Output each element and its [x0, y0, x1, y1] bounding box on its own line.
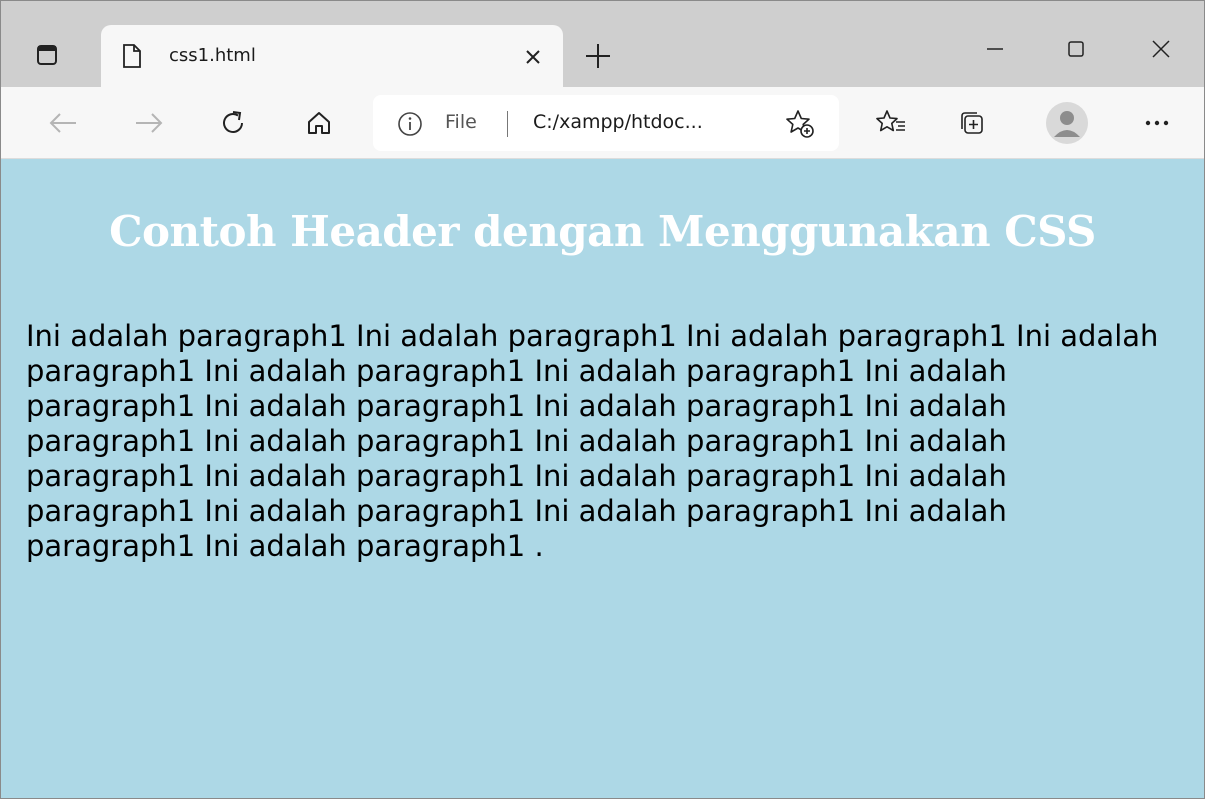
plus-icon[interactable] [583, 41, 613, 71]
page-header: Contoh Header dengan Menggunakan CSS [109, 207, 1096, 256]
page-content: Contoh Header dengan Menggunakan CSS Ini… [1, 159, 1204, 798]
browser-tab[interactable]: css1.html [101, 25, 563, 87]
address-divider [507, 111, 508, 137]
info-icon[interactable] [397, 111, 423, 137]
browser-toolbar: File C:/xampp/htdoc... [1, 87, 1204, 159]
browser-window: css1.html File C:/xampp/htdoc... Contoh … [0, 0, 1205, 799]
close-window-icon[interactable] [1141, 29, 1181, 69]
back-arrow-icon[interactable] [41, 101, 85, 145]
refresh-icon[interactable] [211, 101, 255, 145]
more-icon[interactable] [1135, 101, 1179, 145]
collections-icon[interactable] [949, 101, 993, 145]
maximize-icon[interactable] [1056, 29, 1096, 69]
forward-arrow-icon[interactable] [127, 101, 171, 145]
address-url[interactable]: C:/xampp/htdoc... [533, 111, 703, 133]
profile-avatar-icon[interactable] [1045, 101, 1089, 145]
address-bar[interactable]: File C:/xampp/htdoc... [373, 95, 839, 151]
favorites-icon[interactable] [869, 101, 913, 145]
tab-actions-icon[interactable] [23, 31, 71, 79]
tab-strip: css1.html [1, 1, 1204, 87]
document-icon [121, 43, 143, 69]
home-icon[interactable] [297, 101, 341, 145]
minimize-icon[interactable] [975, 29, 1015, 69]
page-paragraph: Ini adalah paragraph1 Ini adalah paragra… [26, 319, 1159, 563]
tab-title: css1.html [169, 45, 256, 66]
close-icon[interactable] [521, 45, 545, 69]
add-favorite-icon[interactable] [783, 107, 817, 141]
address-scheme-label: File [445, 111, 477, 133]
